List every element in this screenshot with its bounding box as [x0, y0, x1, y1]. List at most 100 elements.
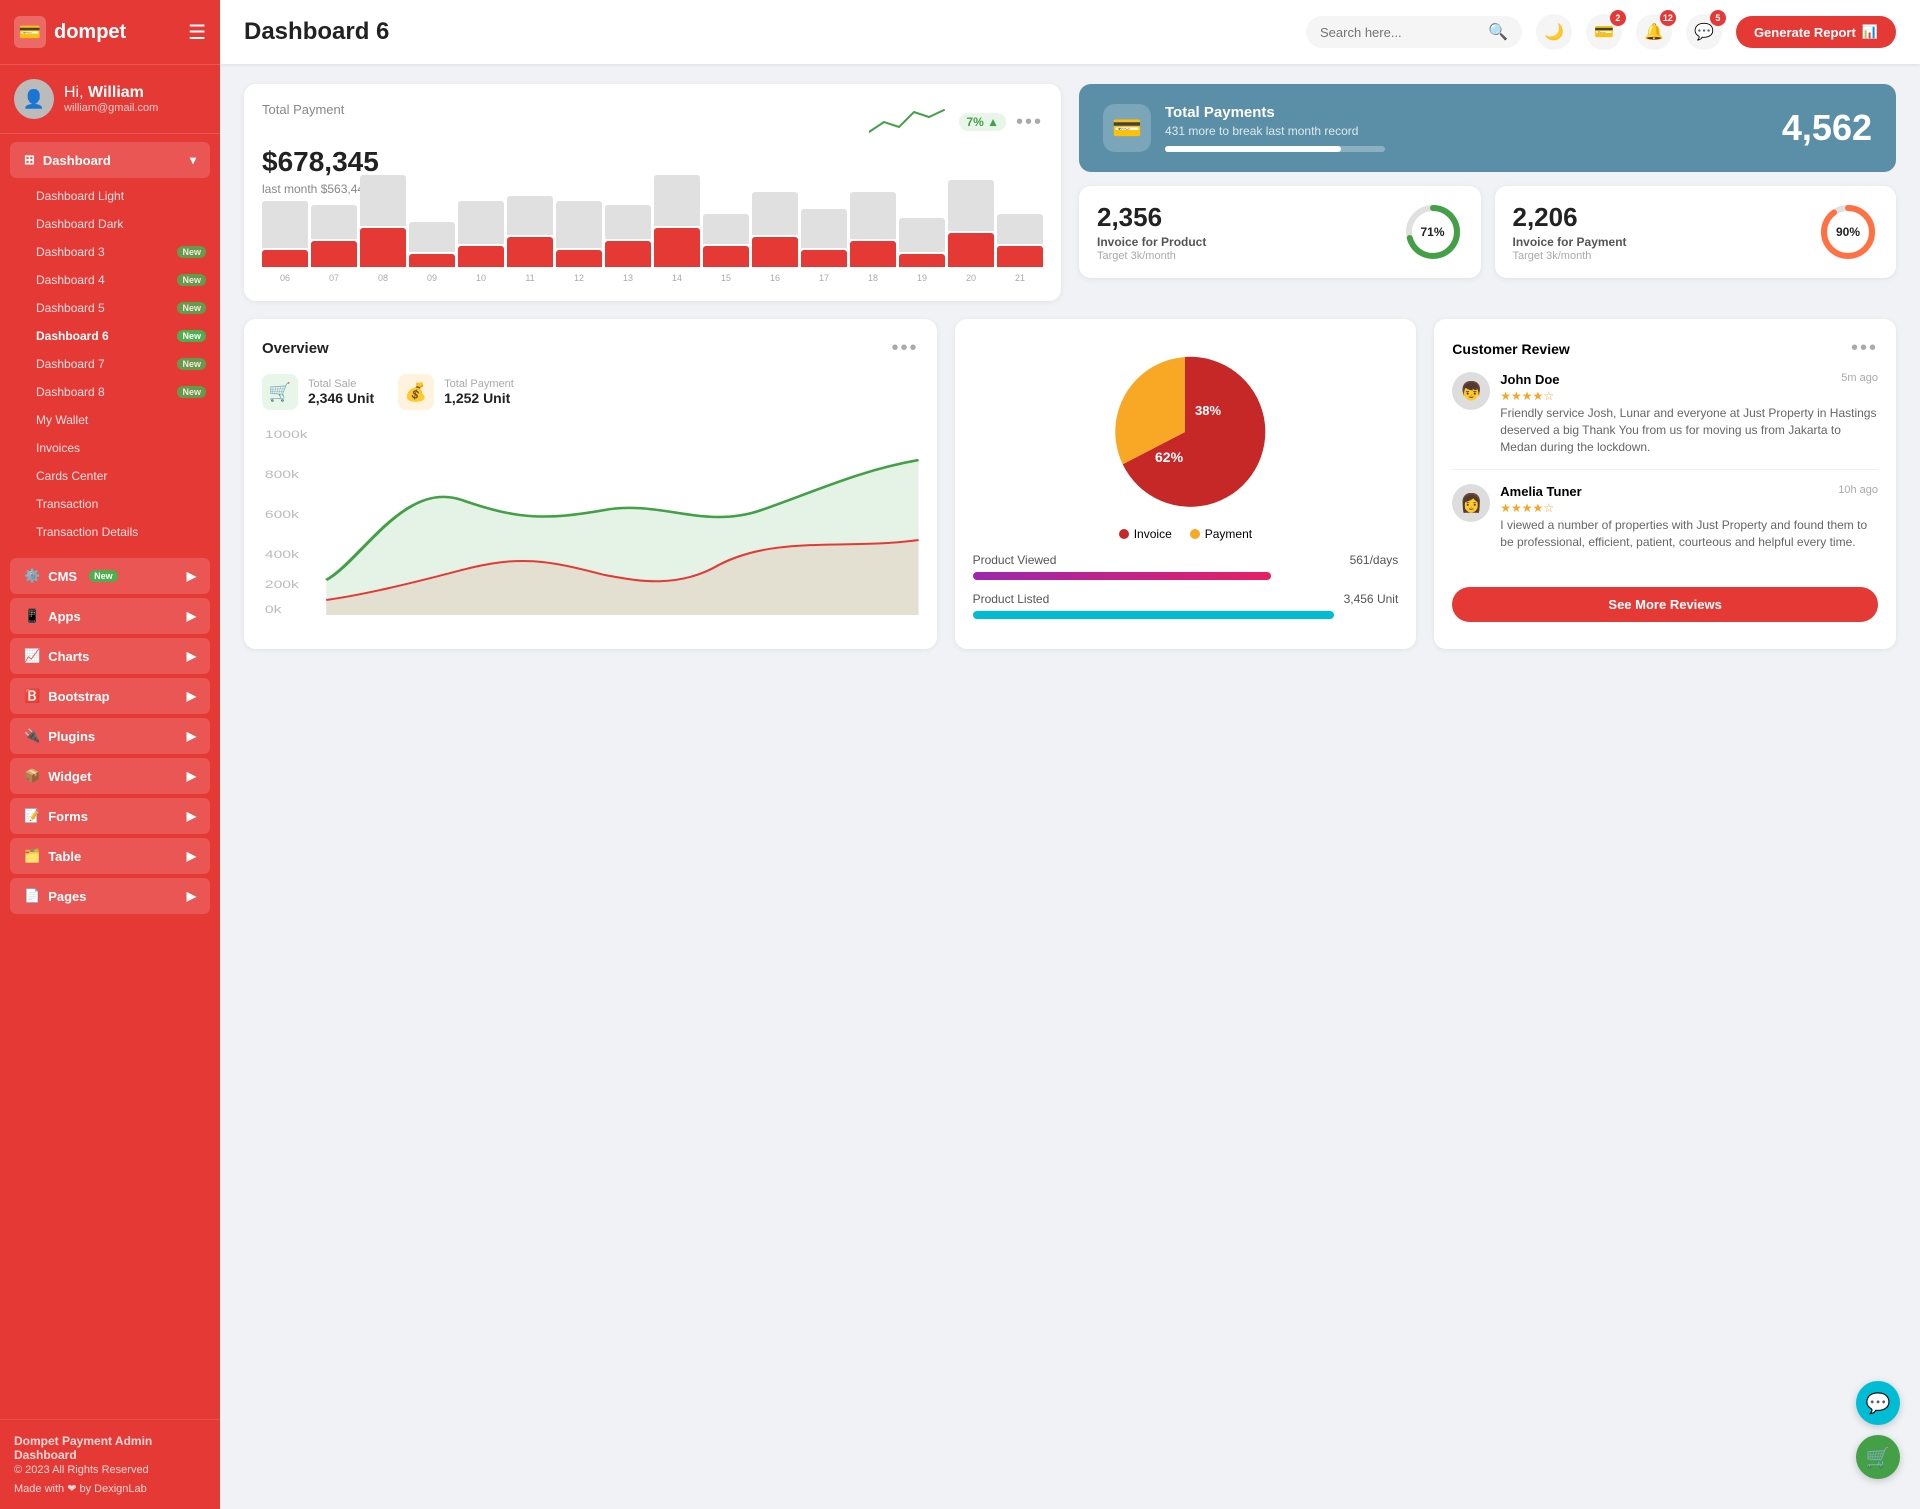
total-sale-stat: 🛒 Total Sale 2,346 Unit [262, 374, 374, 410]
bar-bottom [850, 241, 896, 267]
sidebar-logo[interactable]: 💳 dompet [14, 16, 126, 48]
overview-menu-icon[interactable]: ••• [892, 337, 919, 360]
bar-top [948, 180, 994, 231]
menu-icon-1: 📱 [24, 608, 40, 624]
new-badge: New [177, 302, 206, 314]
content-area: Total Payment 7% ▲ ••• $678,345 last mon… [220, 64, 1920, 1509]
search-box[interactable]: 🔍 [1306, 16, 1522, 48]
total-sale-icon: 🛒 [262, 374, 298, 410]
menu-item-plugins[interactable]: 🔌 Plugins ▶ [10, 718, 210, 754]
greeting-label: Hi, [64, 84, 84, 101]
menu-item-pages[interactable]: 📄 Pages ▶ [10, 878, 210, 914]
bar-label: 19 [917, 273, 927, 283]
sidebar-sub-item[interactable]: Dashboard 4New [0, 266, 220, 294]
bar-chart: 06 07 08 09 10 11 12 13 14 15 [262, 208, 1043, 283]
review-1-content: John Doe 5m ago ★★★★☆ Friendly service J… [1500, 372, 1878, 455]
reviewer-1-name: John Doe [1500, 372, 1559, 387]
bar-bottom [556, 250, 602, 267]
generate-report-button[interactable]: Generate Report 📊 [1736, 16, 1896, 48]
bar-bottom [360, 228, 406, 267]
menu-item-left: 📈 Charts [24, 648, 89, 664]
sidebar-sub-item[interactable]: Dashboard 8New [0, 378, 220, 406]
hamburger-icon[interactable]: ☰ [188, 20, 206, 45]
search-input[interactable] [1320, 25, 1480, 40]
sidebar-sub-item[interactable]: Dashboard 5 New [0, 294, 220, 322]
menu-item-cms[interactable]: ⚙️ CMS New ▶ [10, 558, 210, 594]
wallet-btn[interactable]: 💳 2 [1586, 14, 1622, 50]
sidebar-sub-item[interactable]: Cards Center [0, 462, 220, 490]
bar-group: 19 [899, 218, 945, 283]
dashboard-nav-item[interactable]: ⊞ Dashboard ▾ [10, 142, 210, 178]
user-email: william@gmail.com [64, 102, 158, 114]
menu-icon-5: 📦 [24, 768, 40, 784]
total-sale-label: Total Sale [308, 378, 374, 390]
menu-label: Charts [48, 649, 89, 664]
menu-icon-2: 📈 [24, 648, 40, 664]
menu-item-apps[interactable]: 📱 Apps ▶ [10, 598, 210, 634]
blue-card-icon: 💳 [1103, 104, 1151, 152]
menu-item-bootstrap[interactable]: 🅱️ Bootstrap ▶ [10, 678, 210, 714]
chat-float-button[interactable]: 💬 [1856, 1381, 1900, 1425]
bell-icon: 🔔 [1644, 22, 1664, 42]
sub-item-label: Invoices [36, 441, 80, 455]
sidebar: 💳 dompet ☰ 👤 Hi, William william@gmail.c… [0, 0, 220, 1509]
invoice-product-card: 2,356 Invoice for Product Target 3k/mont… [1079, 186, 1481, 278]
bar-label: 14 [672, 273, 682, 283]
theme-toggle-btn[interactable]: 🌙 [1536, 14, 1572, 50]
sub-item-label: Transaction [36, 497, 98, 511]
bar-group: 07 [311, 205, 357, 283]
sidebar-sub-item[interactable]: My Wallet [0, 406, 220, 434]
menu-item-forms[interactable]: 📝 Forms ▶ [10, 798, 210, 834]
sidebar-sub-item[interactable]: Dashboard 3New [0, 238, 220, 266]
bar-bottom [507, 237, 553, 267]
overview-card: Overview ••• 🛒 Total Sale 2,346 Unit 💰 [244, 319, 937, 649]
sidebar-sub-item[interactable]: Transaction Details [0, 518, 220, 546]
review-1-name-row: John Doe 5m ago [1500, 372, 1878, 387]
sidebar-sub-item[interactable]: Dashboard Light [0, 182, 220, 210]
review-2-name-row: Amelia Tuner 10h ago [1500, 484, 1878, 499]
product-viewed-row: Product Viewed 561/days [973, 553, 1399, 580]
pie-chart-svg: 62% 38% [1100, 347, 1270, 517]
sidebar-sub-item[interactable]: Transaction [0, 490, 220, 518]
bar-group: 11 [507, 196, 553, 283]
invoice-dot [1119, 529, 1129, 539]
bar-top [752, 192, 798, 235]
menu-item-charts[interactable]: 📈 Charts ▶ [10, 638, 210, 674]
menu-items-section: ⚙️ CMS New ▶ 📱 Apps ▶ 📈 Charts ▶ 🅱️ Boot… [0, 550, 220, 922]
bar-top [899, 218, 945, 252]
menu-icon-0: ⚙️ [24, 568, 40, 584]
sidebar-sub-item[interactable]: Dashboard 6New [0, 322, 220, 350]
bar-top [801, 209, 847, 248]
product-viewed-value: 561/days [1350, 553, 1399, 567]
chevron-right-icon: ▶ [187, 649, 196, 663]
card-menu-icon[interactable]: ••• [1016, 111, 1043, 134]
see-more-label: See More Reviews [1608, 597, 1721, 612]
see-more-reviews-button[interactable]: See More Reviews [1452, 587, 1878, 622]
bar-bottom [948, 233, 994, 267]
review-menu-icon[interactable]: ••• [1851, 337, 1878, 360]
invoice-cards: 2,356 Invoice for Product Target 3k/mont… [1079, 186, 1896, 278]
notification-btn[interactable]: 🔔 12 [1636, 14, 1672, 50]
total-sale-value: 2,346 Unit [308, 390, 374, 406]
message-btn[interactable]: 💬 5 [1686, 14, 1722, 50]
cart-float-button[interactable]: 🛒 [1856, 1435, 1900, 1479]
overview-payment-label: Total Payment [444, 378, 514, 390]
overview-stats: 🛒 Total Sale 2,346 Unit 💰 Total Payment … [262, 374, 919, 410]
invoice-payment-label: Invoice for Payment [1513, 235, 1627, 249]
menu-label: Table [48, 849, 81, 864]
sidebar-sub-item[interactable]: Dashboard Dark [0, 210, 220, 238]
menu-item-table[interactable]: 🗂️ Table ▶ [10, 838, 210, 874]
sidebar-sub-item[interactable]: Dashboard 7New [0, 350, 220, 378]
menu-item-widget[interactable]: 📦 Widget ▶ [10, 758, 210, 794]
bar-group: 16 [752, 192, 798, 283]
sub-item-label: Dashboard 5 [36, 301, 105, 315]
product-listed-label: Product Listed [973, 592, 1050, 606]
new-badge: New [177, 330, 206, 342]
sidebar-sub-item[interactable]: Invoices [0, 434, 220, 462]
review-header: Customer Review ••• [1452, 337, 1878, 360]
payment-legend: Payment [1190, 527, 1252, 541]
chevron-right-icon: ▶ [187, 569, 196, 583]
invoice-payment-info: 2,206 Invoice for Payment Target 3k/mont… [1513, 202, 1627, 262]
bar-label: 09 [427, 273, 437, 283]
bar-label: 08 [378, 273, 388, 283]
